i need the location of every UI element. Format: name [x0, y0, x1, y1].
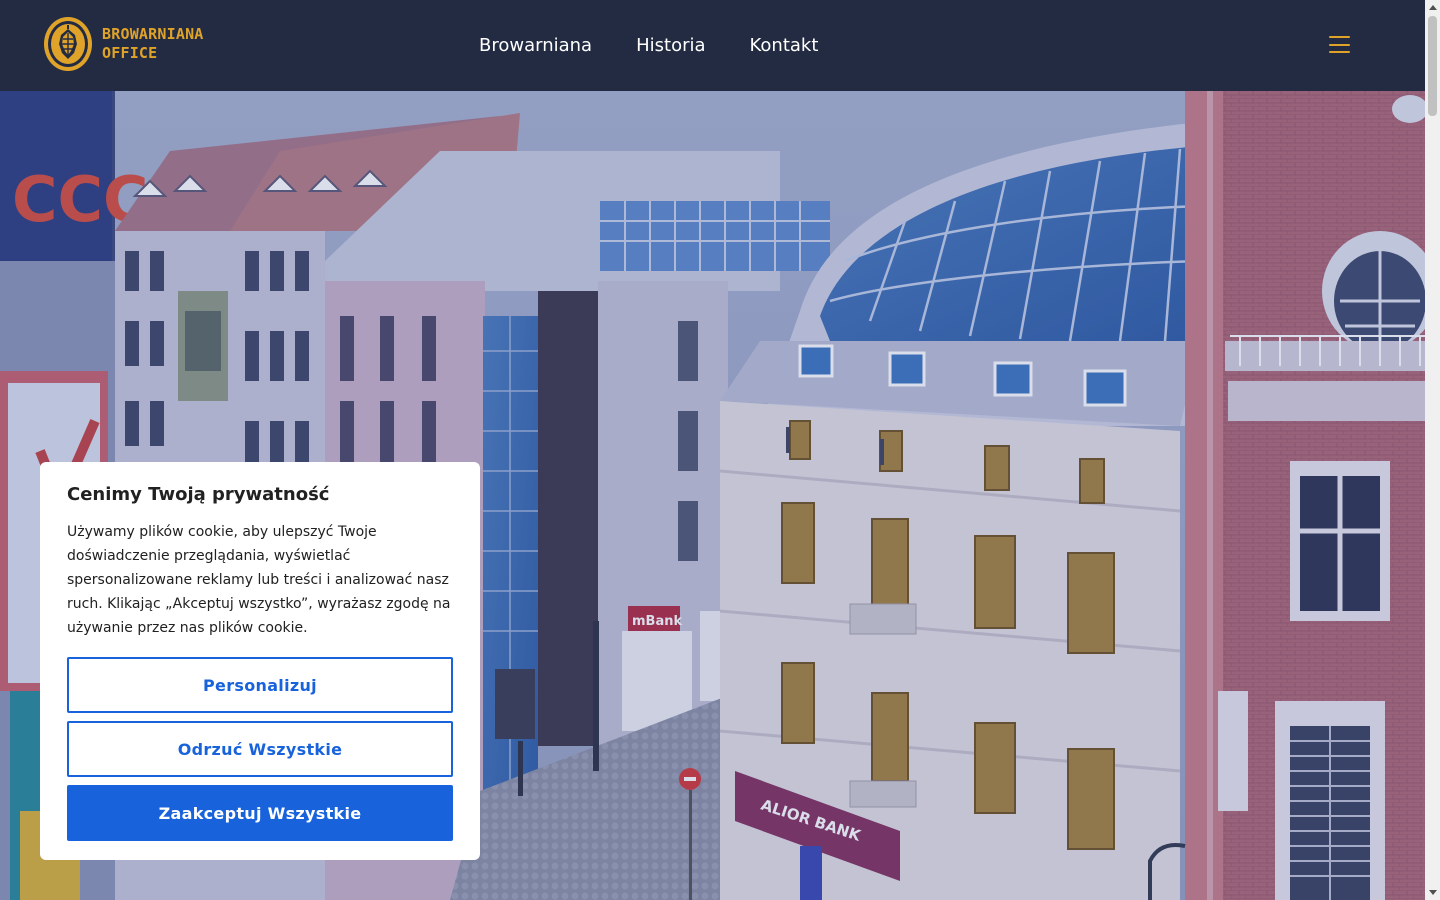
page-scrollbar[interactable]: [1425, 0, 1440, 900]
scrollbar-thumb[interactable]: [1428, 16, 1437, 116]
hamburger-bar: [1329, 43, 1350, 46]
hamburger-bar: [1329, 36, 1350, 38]
customize-button[interactable]: Personalizuj: [67, 657, 453, 713]
nav-link-browarniana[interactable]: Browarniana: [479, 33, 592, 59]
cookie-consent-dialog: Cenimy Twoją prywatność Używamy plików c…: [40, 462, 480, 860]
reject-all-button[interactable]: Odrzuć Wszystkie: [67, 721, 453, 777]
logo-link[interactable]: BROWARNIANA OFFICE: [42, 14, 204, 74]
logo-line-2: OFFICE: [102, 44, 158, 62]
logo-line-1: BROWARNIANA: [102, 25, 204, 43]
hamburger-menu-icon[interactable]: [1329, 36, 1350, 53]
nav-link-kontakt[interactable]: Kontakt: [750, 33, 819, 59]
hop-logo-icon: [44, 17, 92, 71]
hamburger-bar: [1329, 51, 1350, 53]
site-header: BROWARNIANA OFFICE Browarniana Historia …: [0, 0, 1425, 91]
scroll-down-arrow-icon[interactable]: [1425, 886, 1440, 900]
cookie-description: Używamy plików cookie, aby ulepszyć Twoj…: [67, 524, 451, 636]
main-nav: Browarniana Historia Kontakt: [479, 33, 862, 59]
logo-text: BROWARNIANA OFFICE: [102, 25, 204, 63]
cookie-title: Cenimy Twoją prywatność: [67, 484, 330, 505]
page: BROWARNIANA OFFICE Browarniana Historia …: [0, 0, 1440, 900]
scroll-up-arrow-icon[interactable]: [1425, 0, 1440, 14]
accept-all-button[interactable]: Zaakceptuj Wszystkie: [67, 785, 453, 841]
nav-link-historia[interactable]: Historia: [636, 33, 705, 59]
